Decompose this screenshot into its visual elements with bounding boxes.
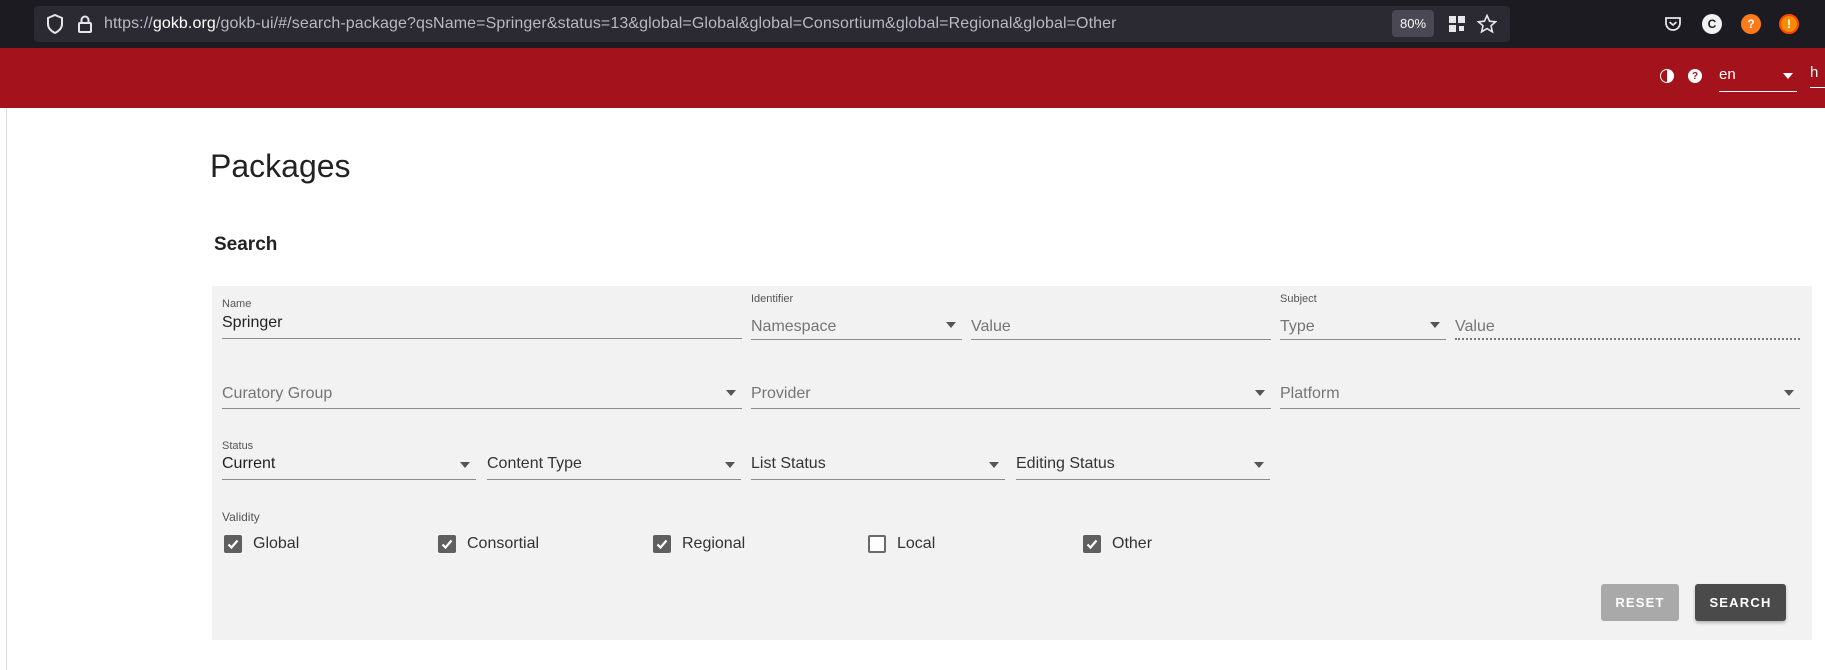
validity-checkbox-consortial[interactable]: Consortial	[438, 535, 539, 553]
validity-label: Validity	[222, 510, 260, 524]
checkbox-checked-icon[interactable]	[1083, 535, 1101, 553]
identifier-label: Identifier	[751, 293, 794, 305]
validity-checkbox-global[interactable]: Global	[224, 535, 299, 553]
namespace-placeholder: Namespace	[751, 318, 837, 335]
content-type-placeholder: Content Type	[487, 455, 582, 472]
name-underline	[222, 338, 742, 339]
url-host: gokb.org	[152, 15, 216, 32]
status-select[interactable]: Status Current	[222, 438, 476, 480]
address-bar[interactable]: https://gokb.org/gokb-ui/#/search-packag…	[34, 6, 1510, 42]
chevron-down-icon	[946, 322, 956, 328]
identifier-label-wrap: Identifier	[751, 293, 951, 307]
curatory-group-underline	[222, 408, 742, 409]
language-value: en	[1719, 66, 1736, 83]
list-status-underline	[751, 479, 1005, 480]
checkbox-unchecked-icon[interactable]	[868, 535, 886, 553]
lock-icon[interactable]	[74, 13, 96, 35]
search-button[interactable]: SEARCH	[1695, 584, 1786, 621]
url-prefix: https://	[104, 15, 153, 32]
editing-status-placeholder: Editing Status	[1016, 455, 1115, 472]
name-value: Springer	[222, 314, 283, 331]
help-icon[interactable]: ?	[1688, 69, 1702, 83]
checkbox-checked-icon[interactable]	[224, 535, 242, 553]
validity-option-label: Other	[1112, 535, 1153, 552]
chevron-down-icon	[1784, 390, 1794, 396]
validity-option-label: Local	[897, 535, 936, 552]
validity-checkbox-local[interactable]: Local	[868, 535, 935, 553]
language-select[interactable]: en	[1719, 62, 1797, 92]
platform-select[interactable]: Platform	[1280, 378, 1800, 409]
section-title: Search	[214, 234, 278, 255]
contrast-icon[interactable]	[1660, 69, 1674, 83]
subject-value-input[interactable]: Value	[1455, 310, 1800, 340]
name-field[interactable]: Name Springer	[222, 296, 742, 339]
extension-orange-icon[interactable]: !	[1779, 14, 1799, 34]
subject-label: Subject	[1280, 293, 1317, 305]
chevron-down-icon	[725, 462, 735, 468]
subject-type-underline	[1280, 339, 1446, 340]
validity-checkbox-other[interactable]: Other	[1083, 535, 1152, 553]
editing-status-underline	[1016, 479, 1270, 480]
subject-type-select[interactable]: Type	[1280, 310, 1446, 340]
status-label: Status	[222, 440, 254, 452]
url-text[interactable]: https://gokb.org/gokb-ui/#/search-packag…	[104, 15, 1117, 33]
content-type-select[interactable]: Content Type	[487, 449, 741, 480]
validity-checkbox-regional[interactable]: Regional	[653, 535, 745, 553]
platform-placeholder: Platform	[1280, 385, 1340, 402]
zoom-level-badge[interactable]: 80%	[1392, 10, 1434, 37]
curatory-group-placeholder: Curatory Group	[222, 385, 333, 402]
chevron-down-icon	[1430, 322, 1440, 328]
chevron-down-icon	[726, 390, 736, 396]
content-type-underline	[487, 479, 741, 480]
qr-code-icon[interactable]	[1446, 13, 1468, 35]
provider-select[interactable]: Provider	[751, 378, 1271, 409]
validity-option-label: Regional	[682, 535, 746, 552]
browser-toolbar: https://gokb.org/gokb-ui/#/search-packag…	[0, 0, 1825, 48]
chevron-down-icon	[460, 462, 470, 468]
identifier-value-underline	[971, 339, 1271, 340]
extension-c-icon[interactable]: C	[1702, 14, 1722, 34]
provider-placeholder: Provider	[751, 385, 811, 402]
list-status-placeholder: List Status	[751, 455, 826, 472]
curatory-group-select[interactable]: Curatory Group	[222, 378, 742, 409]
validity-option-label: Global	[253, 535, 300, 552]
chevron-down-icon	[1255, 390, 1265, 396]
page-title: Packages	[210, 148, 351, 184]
identifier-namespace-select[interactable]: Namespace	[751, 310, 962, 340]
extension-ghostery-icon[interactable]: ?	[1741, 14, 1761, 34]
user-menu-truncated[interactable]: h	[1810, 64, 1825, 88]
checkbox-checked-icon[interactable]	[438, 535, 456, 553]
platform-underline	[1280, 408, 1800, 409]
status-underline	[222, 479, 476, 480]
identifier-value-placeholder: Value	[971, 318, 1011, 335]
bookmark-star-icon[interactable]	[1476, 13, 1498, 35]
app-header	[0, 48, 1825, 108]
status-value: Current	[222, 455, 276, 472]
identifier-value-input[interactable]: Value	[971, 310, 1271, 340]
chevron-down-icon	[1783, 73, 1793, 79]
subject-type-placeholder: Type	[1280, 318, 1315, 335]
chevron-down-icon	[1254, 462, 1264, 468]
subject-label-wrap: Subject	[1280, 293, 1480, 307]
checkbox-checked-icon[interactable]	[653, 535, 671, 553]
subject-value-placeholder: Value	[1455, 318, 1495, 335]
reset-button[interactable]: RESET	[1601, 584, 1679, 621]
page-border	[6, 108, 7, 670]
url-path: /gokb-ui/#/search-package?qsName=Springe…	[215, 15, 1117, 32]
shield-icon[interactable]	[44, 13, 66, 35]
editing-status-select[interactable]: Editing Status	[1016, 449, 1270, 480]
validity-option-label: Consortial	[467, 535, 540, 552]
list-status-select[interactable]: List Status	[751, 449, 1005, 480]
namespace-underline	[751, 339, 962, 340]
chevron-down-icon	[989, 462, 999, 468]
pocket-icon[interactable]	[1662, 13, 1684, 35]
name-label: Name	[222, 298, 252, 310]
provider-underline	[751, 408, 1271, 409]
subject-value-underline	[1455, 338, 1800, 340]
